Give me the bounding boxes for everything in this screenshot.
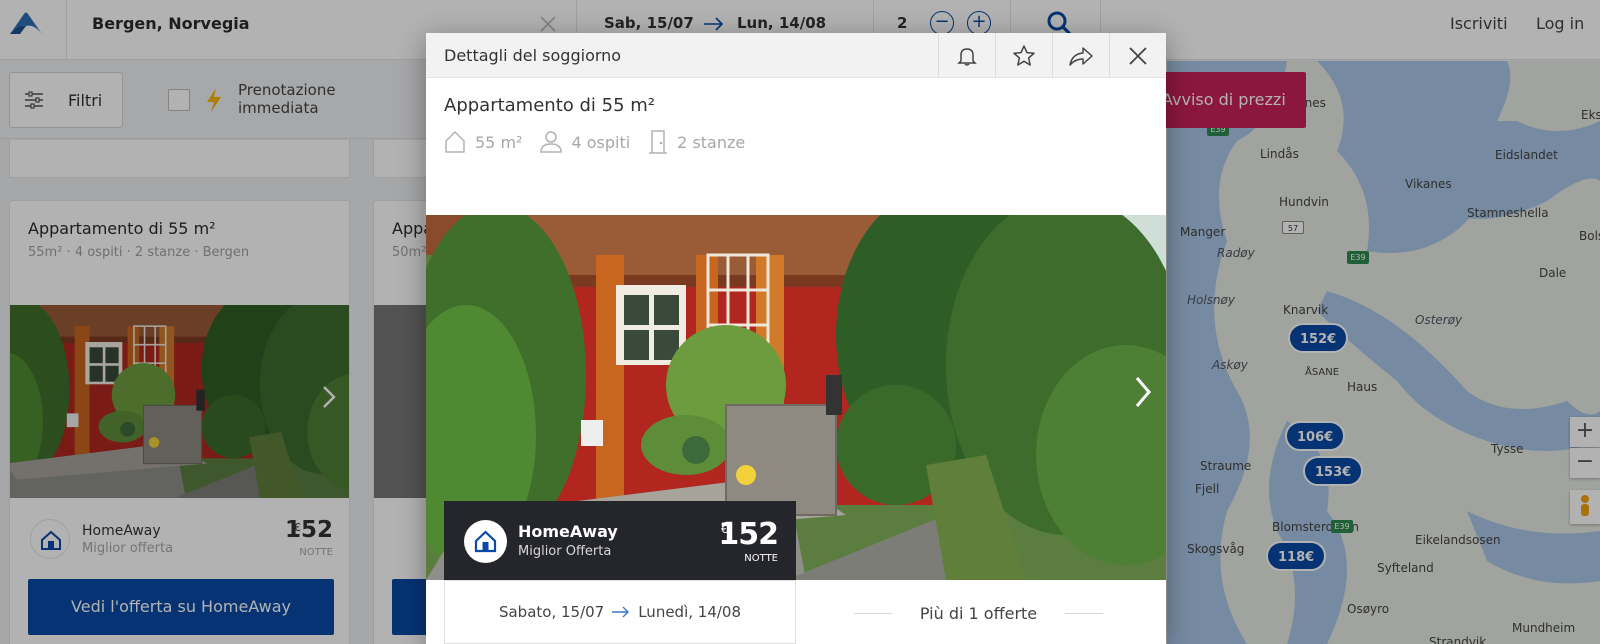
notify-button[interactable] [938,33,995,78]
bell-icon [957,47,977,66]
checkin-date: Sabato, 15/07 [498,603,605,621]
stay-details-modal: Dettagli del soggiorno Appartamento di 5… [426,33,1166,644]
rooms-value: 2 stanze [677,132,746,152]
modal-header: Dettagli del soggiorno [426,33,1166,78]
price: 152 [718,517,779,552]
checkout-date: Lunedì, 14/08 [638,603,742,621]
provider-name: HomeAway [518,522,618,541]
per-night: NOTTE [744,553,778,564]
house-logo-icon [474,530,497,553]
more-offers[interactable]: Più di 1 offerte [826,588,1131,638]
listing-facts: 55 m² 4 ospiti 2 stanze [444,129,763,155]
door-icon [649,130,668,154]
divider-line [854,612,892,614]
provider-logo [464,520,507,563]
share-button[interactable] [1052,33,1109,78]
guests-fact: 4 ospiti [540,130,630,154]
close-icon [1129,46,1147,65]
favorite-button[interactable] [995,33,1052,78]
chevron-right-icon[interactable] [1134,375,1152,409]
area-value: 55 m² [475,132,523,152]
close-button[interactable] [1109,33,1166,78]
divider-line [1065,612,1103,614]
house-icon [445,131,465,153]
star-icon [1013,44,1035,66]
best-offer-panel[interactable]: HomeAway Miglior Offerta € 152 NOTTE [444,501,796,581]
area-fact: 55 m² [444,130,522,154]
modal-header-title: Dettagli del soggiorno [444,46,622,65]
stay-dates[interactable]: Sabato, 15/07 Lunedì, 14/08 [444,580,796,644]
arrow-right-icon [612,606,630,618]
guests-value: 4 ospiti [571,132,631,152]
more-offers-label: Più di 1 offerte [919,603,1038,623]
listing-title: Appartamento di 55 m² [444,95,656,116]
share-icon [1069,46,1093,66]
provider-subtitle: Miglior Offerta [518,544,612,559]
rooms-fact: 2 stanze [648,129,745,155]
person-icon [540,131,563,153]
